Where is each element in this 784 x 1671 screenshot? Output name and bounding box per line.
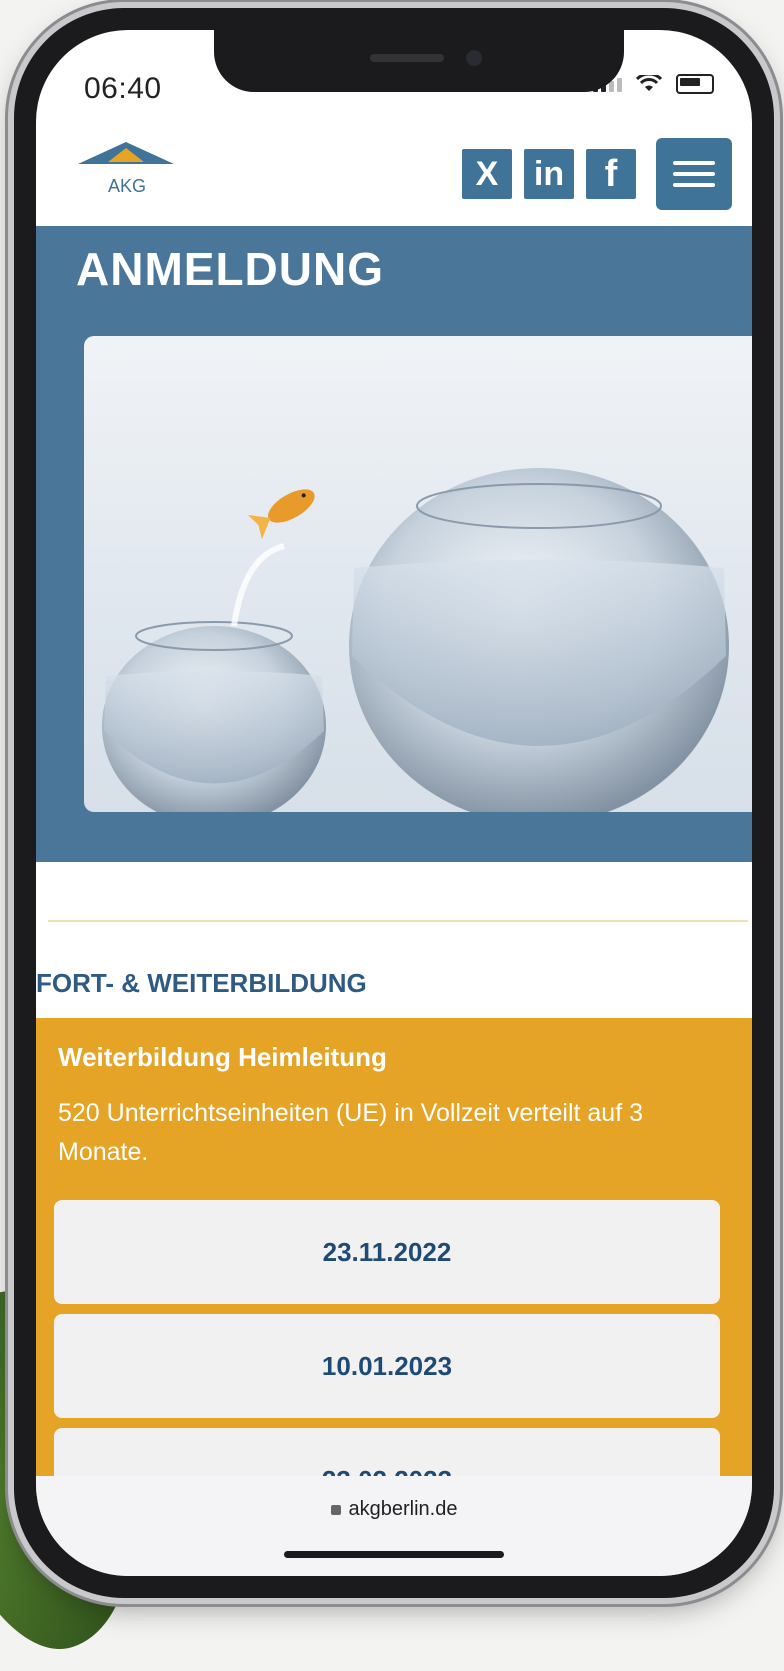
course-title: Weiterbildung Heimleitung — [58, 1042, 387, 1072]
course-date-button[interactable]: 23.11.2022 — [54, 1200, 720, 1304]
hero-banner: ANMELDUNG — [36, 226, 752, 862]
course-description: 520 Unterrichtseinheiten (UE) in Vollzei… — [58, 1099, 644, 1166]
section-title: FORT- & WEITERBILDUNG — [36, 968, 367, 998]
url-display[interactable]: akgberlin.de — [36, 1498, 752, 1521]
course-card: Weiterbildung Heimleitung 520 Unterricht… — [36, 1018, 752, 1538]
home-indicator[interactable] — [284, 1551, 504, 1558]
logo-text: AKG — [108, 176, 147, 196]
course-date-button[interactable]: 10.01.2023 — [54, 1314, 720, 1418]
browser-address-bar[interactable]: akgberlin.de — [36, 1476, 752, 1576]
section-divider — [48, 920, 748, 922]
url-text: akgberlin.de — [348, 1498, 458, 1520]
battery-icon — [676, 74, 714, 94]
fishbowl-illustration — [102, 468, 729, 812]
phone-notch — [214, 30, 624, 92]
social-links: X in f — [462, 138, 732, 210]
page-title: ANMELDUNG — [76, 243, 384, 295]
lock-icon — [330, 1504, 341, 1515]
phone-screen: 06:40 AKG X in f ANMELDUNG FORT- & WEITE… — [36, 30, 752, 1576]
site-header: AKG X in f — [36, 122, 752, 226]
camera — [466, 50, 482, 66]
speaker — [370, 54, 444, 62]
xing-icon[interactable]: X — [462, 149, 512, 199]
logo-roof-accent-icon — [108, 148, 144, 162]
hamburger-menu-button[interactable] — [656, 138, 732, 210]
hero-image-goldfish-bowls — [84, 336, 752, 812]
phone-frame: 06:40 AKG X in f ANMELDUNG FORT- & WEITE… — [14, 8, 774, 1598]
facebook-icon[interactable]: f — [586, 149, 636, 199]
wifi-icon — [636, 75, 662, 91]
akg-logo[interactable]: AKG — [72, 134, 182, 214]
linkedin-icon[interactable]: in — [524, 149, 574, 199]
status-time: 06:40 — [84, 72, 162, 105]
